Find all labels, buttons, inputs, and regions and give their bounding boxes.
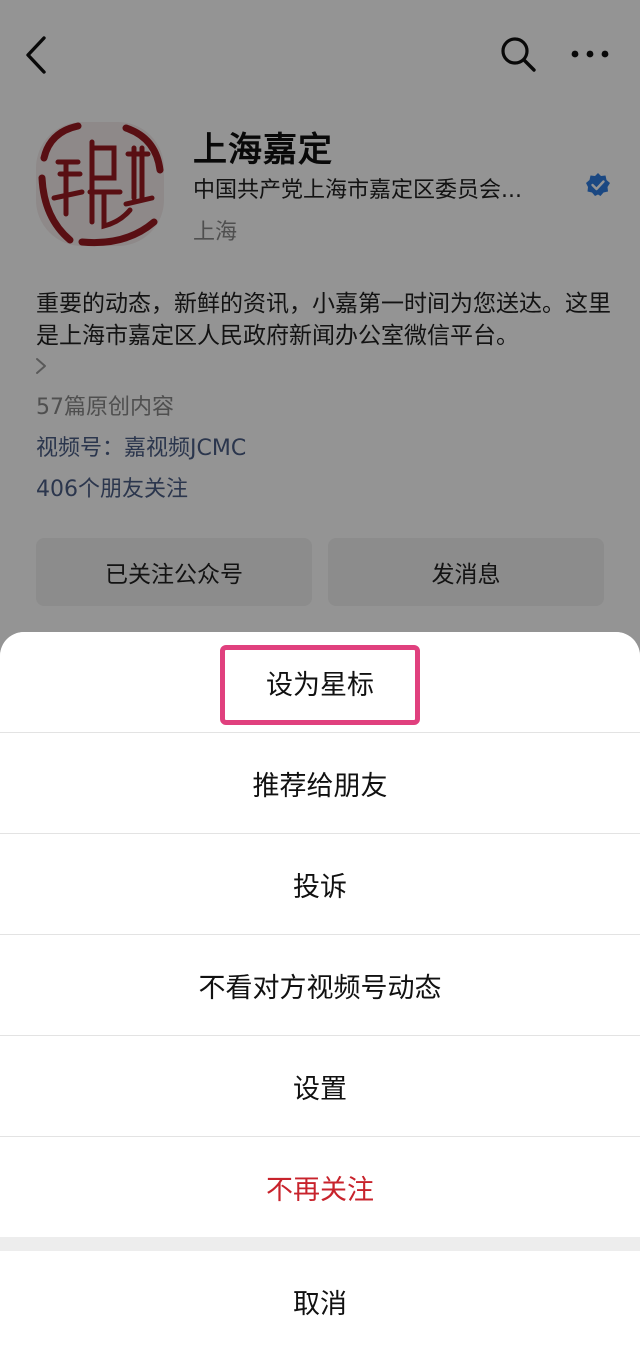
- hide-channel-updates-option[interactable]: 不看对方视频号动态: [0, 935, 640, 1035]
- action-sheet: 设为星标 推荐给朋友 投诉 不看对方视频号动态 设置 不再关注 取消: [0, 632, 640, 1351]
- cancel-button[interactable]: 取消: [0, 1251, 640, 1351]
- highlight-box: [220, 645, 420, 725]
- complain-option[interactable]: 投诉: [0, 834, 640, 934]
- recommend-to-friend-option[interactable]: 推荐给朋友: [0, 733, 640, 833]
- unfollow-option[interactable]: 不再关注: [0, 1137, 640, 1237]
- settings-option[interactable]: 设置: [0, 1036, 640, 1136]
